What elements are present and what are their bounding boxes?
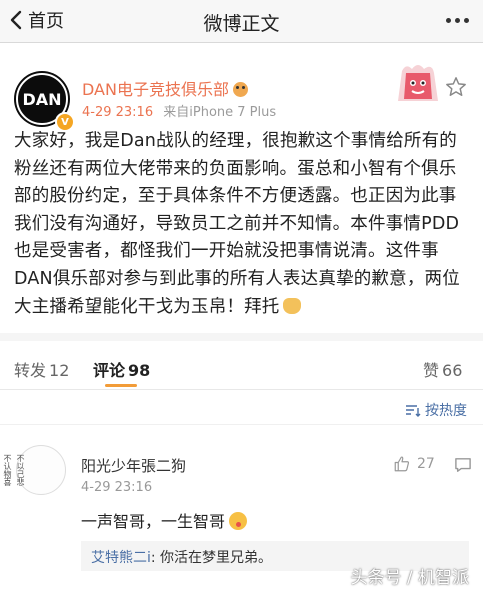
comment-time: 4-29 23:16 xyxy=(81,480,153,495)
sort-by-hot-button[interactable]: 按热度 xyxy=(405,400,467,420)
page-title: 微博正文 xyxy=(203,13,280,35)
top-nav-bar: 首页 微博正文 xyxy=(0,0,483,43)
weibo-post: DAN V DAN电子竞技俱乐部 4-29 23:16 来自iPhone 7 P… xyxy=(0,43,483,333)
author-name-text: DAN电子竞技俱乐部 xyxy=(82,80,229,99)
post-meta: 4-29 23:16 来自iPhone 7 Plus xyxy=(82,101,276,120)
watermark: 头条号 / 机智派 xyxy=(350,568,469,588)
comment-text-body: 一声智哥，一生智哥 xyxy=(81,512,226,531)
comment-like-button[interactable]: 27 xyxy=(393,455,435,473)
post-time: 4-29 23:16 xyxy=(82,105,154,120)
sort-bar: 按热度 xyxy=(0,390,483,424)
svg-text:DAN: DAN xyxy=(22,90,61,109)
kiss-face-emoji-icon xyxy=(229,512,248,530)
more-options-icon[interactable] xyxy=(446,18,469,23)
sub-reply-user[interactable]: 艾特熊二i xyxy=(91,550,151,566)
member-badge-icon xyxy=(232,82,248,97)
tab-like-count: 66 xyxy=(442,361,463,380)
comment-like-count: 27 xyxy=(417,456,435,472)
comment-text: 一声智哥，一生智哥 xyxy=(81,508,248,532)
reply-icon[interactable] xyxy=(454,457,472,473)
tab-like[interactable]: 赞 66 xyxy=(423,357,462,381)
tab-like-label: 赞 xyxy=(423,361,440,380)
active-tab-indicator xyxy=(105,384,137,387)
sort-label: 按热度 xyxy=(425,403,467,419)
commenter-avatar[interactable]: 不认物喜 不以己悲 xyxy=(3,445,66,495)
favorite-star-icon[interactable] xyxy=(445,76,467,98)
thumbs-up-icon xyxy=(394,456,410,472)
interaction-tabs: 转发 12 评论 98 赞 66 xyxy=(0,341,483,390)
avatar-text-right: 不以己悲 xyxy=(16,454,25,486)
tab-comment-count: 98 xyxy=(128,361,151,380)
post-source: 来自iPhone 7 Plus xyxy=(163,105,277,120)
sub-reply-text: : 你活在梦里兄弟。 xyxy=(150,550,273,566)
post-content-text: 大家好，我是Dan战队的经理，很抱歉这个事情给所有的粉丝还有两位大佬带来的负面影… xyxy=(14,131,460,317)
avatar-text-left: 不认物喜 xyxy=(3,454,12,486)
author-name[interactable]: DAN电子竞技俱乐部 xyxy=(82,76,248,100)
sort-icon xyxy=(406,405,421,417)
cartoon-sticker-icon xyxy=(398,65,438,101)
tab-repost[interactable]: 转发 12 xyxy=(14,357,69,381)
sub-reply-content: 艾特熊二i: 你活在梦里兄弟。 xyxy=(91,547,272,567)
tab-comment[interactable]: 评论 98 xyxy=(93,357,150,381)
tab-comment-label: 评论 xyxy=(93,361,126,380)
tab-repost-count: 12 xyxy=(49,361,70,380)
praying-hands-emoji-icon xyxy=(282,297,301,314)
tab-repost-label: 转发 xyxy=(14,361,47,380)
post-content: 大家好，我是Dan战队的经理，很抱歉这个事情给所有的粉丝还有两位大佬带来的负面影… xyxy=(14,128,472,321)
commenter-name[interactable]: 阳光少年張二狗 xyxy=(81,455,186,476)
comment-item: 不认物喜 不以己悲 阳光少年張二狗 4-29 23:16 27 一声智哥，一生智… xyxy=(0,424,483,592)
